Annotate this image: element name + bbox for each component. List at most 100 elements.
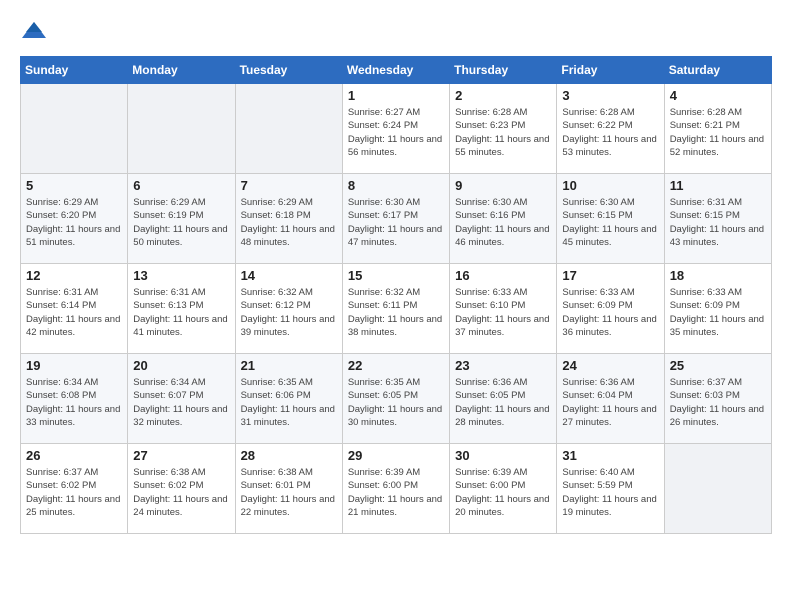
calendar-cell: 18 Sunrise: 6:33 AM Sunset: 6:09 PM Dayli…	[664, 264, 771, 354]
day-number: 11	[670, 178, 766, 193]
logo	[20, 20, 48, 40]
day-number: 4	[670, 88, 766, 103]
calendar-cell: 25 Sunrise: 6:37 AM Sunset: 6:03 PM Dayli…	[664, 354, 771, 444]
calendar-cell: 7Sunrise: 6:29 AM Sunset: 6:18 PM Daylig…	[235, 174, 342, 264]
calendar-cell: 2 Sunrise: 6:28 AM Sunset: 6:23 PM Daylig…	[450, 84, 557, 174]
day-info: Sunrise: 6:29 AM Sunset: 6:20 PM Dayligh…	[26, 196, 122, 249]
day-info: Sunrise: 6:39 AM Sunset: 6:00 PM Dayligh…	[348, 466, 444, 519]
day-number: 15	[348, 268, 444, 283]
calendar-cell: 6 Sunrise: 6:29 AM Sunset: 6:19 PM Daylig…	[128, 174, 235, 264]
day-info: Sunrise: 6:35 AM Sunset: 6:06 PM Dayligh…	[241, 376, 337, 429]
day-number: 3	[562, 88, 658, 103]
day-info: Sunrise: 6:37 AM Sunset: 6:03 PM Dayligh…	[670, 376, 766, 429]
day-info: Sunrise: 6:36 AM Sunset: 6:05 PM Dayligh…	[455, 376, 551, 429]
day-number: 26	[26, 448, 122, 463]
day-info: Sunrise: 6:27 AM Sunset: 6:24 PM Dayligh…	[348, 106, 444, 159]
calendar-cell	[235, 84, 342, 174]
day-info: Sunrise: 6:33 AM Sunset: 6:09 PM Dayligh…	[670, 286, 766, 339]
calendar-cell: 28 Sunrise: 6:38 AM Sunset: 6:01 PM Dayli…	[235, 444, 342, 534]
day-info: Sunrise: 6:32 AM Sunset: 6:11 PM Dayligh…	[348, 286, 444, 339]
day-info: Sunrise: 6:35 AM Sunset: 6:05 PM Dayligh…	[348, 376, 444, 429]
calendar-cell: 20 Sunrise: 6:34 AM Sunset: 6:07 PM Dayli…	[128, 354, 235, 444]
weekday-header-tuesday: Tuesday	[235, 57, 342, 84]
calendar-cell: 31 Sunrise: 6:40 AM Sunset: 5:59 PM Dayli…	[557, 444, 664, 534]
day-number: 8	[348, 178, 444, 193]
day-info: Sunrise: 6:31 AM Sunset: 6:13 PM Dayligh…	[133, 286, 229, 339]
calendar-cell: 1 Sunrise: 6:27 AM Sunset: 6:24 PM Daylig…	[342, 84, 449, 174]
calendar-cell: 4 Sunrise: 6:28 AM Sunset: 6:21 PM Daylig…	[664, 84, 771, 174]
calendar-cell: 10 Sunrise: 6:30 AM Sunset: 6:15 PM Dayli…	[557, 174, 664, 264]
calendar-cell: 12 Sunrise: 6:31 AM Sunset: 6:14 PM Dayli…	[21, 264, 128, 354]
calendar-cell: 5 Sunrise: 6:29 AM Sunset: 6:20 PM Daylig…	[21, 174, 128, 264]
day-number: 5	[26, 178, 122, 193]
calendar-cell: 17Sunrise: 6:33 AM Sunset: 6:09 PM Dayli…	[557, 264, 664, 354]
day-info: Sunrise: 6:28 AM Sunset: 6:23 PM Dayligh…	[455, 106, 551, 159]
calendar-cell: 15 Sunrise: 6:32 AM Sunset: 6:11 PM Dayli…	[342, 264, 449, 354]
day-number: 2	[455, 88, 551, 103]
day-number: 1	[348, 88, 444, 103]
day-info: Sunrise: 6:29 AM Sunset: 6:18 PM Dayligh…	[241, 196, 337, 249]
day-number: 29	[348, 448, 444, 463]
day-info: Sunrise: 6:29 AM Sunset: 6:19 PM Dayligh…	[133, 196, 229, 249]
day-number: 22	[348, 358, 444, 373]
weekday-header-sunday: Sunday	[21, 57, 128, 84]
day-info: Sunrise: 6:28 AM Sunset: 6:22 PM Dayligh…	[562, 106, 658, 159]
calendar-cell: 3 Sunrise: 6:28 AM Sunset: 6:22 PM Daylig…	[557, 84, 664, 174]
day-number: 20	[133, 358, 229, 373]
day-number: 19	[26, 358, 122, 373]
calendar-cell: 30 Sunrise: 6:39 AM Sunset: 6:00 PM Dayli…	[450, 444, 557, 534]
day-number: 17	[562, 268, 658, 283]
day-number: 23	[455, 358, 551, 373]
weekday-header-wednesday: Wednesday	[342, 57, 449, 84]
day-number: 31	[562, 448, 658, 463]
calendar-cell: 23 Sunrise: 6:36 AM Sunset: 6:05 PM Dayli…	[450, 354, 557, 444]
day-number: 27	[133, 448, 229, 463]
day-number: 24	[562, 358, 658, 373]
day-info: Sunrise: 6:40 AM Sunset: 5:59 PM Dayligh…	[562, 466, 658, 519]
day-info: Sunrise: 6:32 AM Sunset: 6:12 PM Dayligh…	[241, 286, 337, 339]
day-info: Sunrise: 6:34 AM Sunset: 6:08 PM Dayligh…	[26, 376, 122, 429]
day-number: 9	[455, 178, 551, 193]
calendar-cell: 14 Sunrise: 6:32 AM Sunset: 6:12 PM Dayli…	[235, 264, 342, 354]
calendar-cell: 24 Sunrise: 6:36 AM Sunset: 6:04 PM Dayli…	[557, 354, 664, 444]
calendar-cell: 29 Sunrise: 6:39 AM Sunset: 6:00 PM Dayli…	[342, 444, 449, 534]
calendar-cell: 27 Sunrise: 6:38 AM Sunset: 6:02 PM Dayli…	[128, 444, 235, 534]
day-info: Sunrise: 6:36 AM Sunset: 6:04 PM Dayligh…	[562, 376, 658, 429]
calendar-cell	[664, 444, 771, 534]
calendar-cell: 16Sunrise: 6:33 AM Sunset: 6:10 PM Dayli…	[450, 264, 557, 354]
page-header	[20, 20, 772, 40]
day-info: Sunrise: 6:39 AM Sunset: 6:00 PM Dayligh…	[455, 466, 551, 519]
day-info: Sunrise: 6:37 AM Sunset: 6:02 PM Dayligh…	[26, 466, 122, 519]
day-number: 28	[241, 448, 337, 463]
calendar-cell	[128, 84, 235, 174]
day-number: 6	[133, 178, 229, 193]
calendar-cell: 9 Sunrise: 6:30 AM Sunset: 6:16 PM Daylig…	[450, 174, 557, 264]
day-number: 18	[670, 268, 766, 283]
day-info: Sunrise: 6:30 AM Sunset: 6:16 PM Dayligh…	[455, 196, 551, 249]
day-number: 16	[455, 268, 551, 283]
day-number: 25	[670, 358, 766, 373]
calendar-cell: 11 Sunrise: 6:31 AM Sunset: 6:15 PM Dayli…	[664, 174, 771, 264]
day-number: 13	[133, 268, 229, 283]
day-number: 14	[241, 268, 337, 283]
day-info: Sunrise: 6:34 AM Sunset: 6:07 PM Dayligh…	[133, 376, 229, 429]
day-info: Sunrise: 6:38 AM Sunset: 6:01 PM Dayligh…	[241, 466, 337, 519]
day-info: Sunrise: 6:38 AM Sunset: 6:02 PM Dayligh…	[133, 466, 229, 519]
day-info: Sunrise: 6:30 AM Sunset: 6:15 PM Dayligh…	[562, 196, 658, 249]
day-info: Sunrise: 6:31 AM Sunset: 6:14 PM Dayligh…	[26, 286, 122, 339]
day-info: Sunrise: 6:31 AM Sunset: 6:15 PM Dayligh…	[670, 196, 766, 249]
day-number: 10	[562, 178, 658, 193]
day-number: 30	[455, 448, 551, 463]
day-number: 12	[26, 268, 122, 283]
weekday-header-monday: Monday	[128, 57, 235, 84]
day-number: 21	[241, 358, 337, 373]
day-info: Sunrise: 6:28 AM Sunset: 6:21 PM Dayligh…	[670, 106, 766, 159]
calendar-cell: 22 Sunrise: 6:35 AM Sunset: 6:05 PM Dayli…	[342, 354, 449, 444]
calendar-cell	[21, 84, 128, 174]
generalblue-icon	[20, 20, 48, 40]
calendar-cell: 8Sunrise: 6:30 AM Sunset: 6:17 PM Daylig…	[342, 174, 449, 264]
calendar-cell: 21 Sunrise: 6:35 AM Sunset: 6:06 PM Dayli…	[235, 354, 342, 444]
calendar-cell: 26 Sunrise: 6:37 AM Sunset: 6:02 PM Dayli…	[21, 444, 128, 534]
weekday-header-friday: Friday	[557, 57, 664, 84]
calendar-cell: 13 Sunrise: 6:31 AM Sunset: 6:13 PM Dayli…	[128, 264, 235, 354]
